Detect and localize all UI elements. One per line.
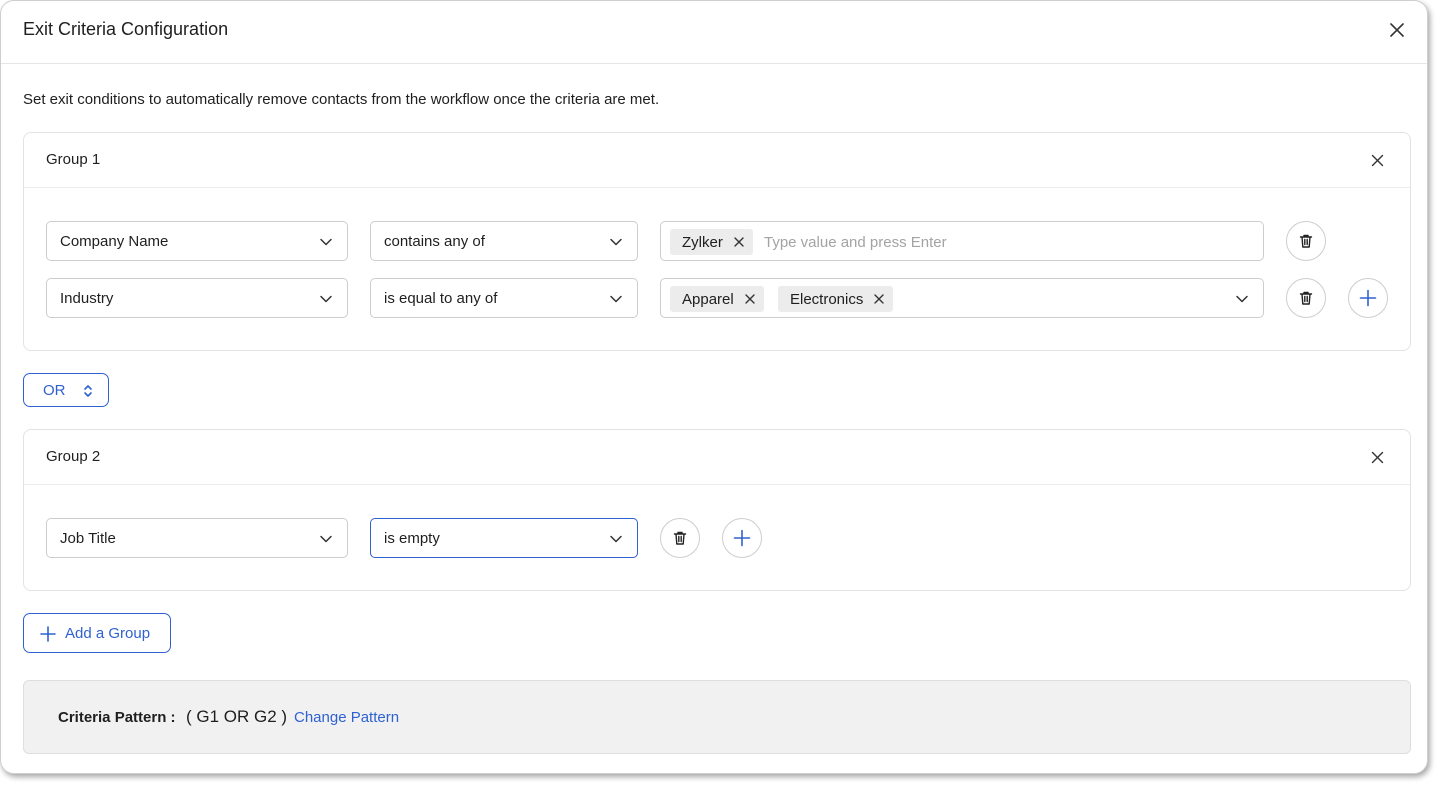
chip-label: Apparel bbox=[682, 290, 734, 308]
plus-icon bbox=[1359, 289, 1377, 307]
group-title: Group 2 bbox=[46, 448, 101, 465]
chevron-down-icon bbox=[320, 238, 332, 246]
plus-icon bbox=[733, 529, 751, 547]
close-icon bbox=[1371, 451, 1383, 463]
group-connector-toggle[interactable]: OR bbox=[23, 373, 109, 407]
trash-icon bbox=[1299, 291, 1313, 305]
chip-remove-icon[interactable] bbox=[744, 293, 756, 305]
add-condition-button[interactable] bbox=[1348, 278, 1388, 318]
chevron-down-icon[interactable] bbox=[1235, 292, 1249, 306]
close-icon bbox=[1371, 154, 1383, 166]
value-chip: Zylker bbox=[670, 229, 753, 255]
swap-vertical-icon bbox=[84, 385, 92, 397]
chevron-down-icon bbox=[610, 238, 622, 246]
chip-label: Zylker bbox=[682, 233, 723, 251]
delete-condition-button[interactable] bbox=[1286, 221, 1326, 261]
group-header: Group 2 bbox=[24, 430, 1410, 485]
operator-select-value: is equal to any of bbox=[384, 290, 498, 307]
dialog-title: Exit Criteria Configuration bbox=[23, 19, 229, 39]
chip-remove-icon[interactable] bbox=[733, 236, 745, 248]
chevron-down-icon bbox=[320, 535, 332, 543]
delete-condition-button[interactable] bbox=[1286, 278, 1326, 318]
operator-select[interactable]: contains any of bbox=[370, 221, 638, 261]
value-chip: Apparel bbox=[670, 286, 764, 312]
remove-group-button[interactable] bbox=[1366, 149, 1388, 171]
group-header: Group 1 bbox=[24, 133, 1410, 188]
exit-criteria-dialog: Exit Criteria Configuration Set exit con… bbox=[0, 0, 1428, 774]
value-chip: Electronics bbox=[778, 286, 894, 312]
remove-group-button[interactable] bbox=[1366, 446, 1388, 468]
dialog-description: Set exit conditions to automatically rem… bbox=[23, 91, 660, 108]
add-group-button[interactable]: Add a Group bbox=[23, 613, 171, 653]
trash-icon bbox=[673, 531, 687, 545]
field-select-value: Company Name bbox=[60, 233, 169, 250]
operator-select-value: is empty bbox=[384, 530, 440, 547]
criteria-group-2: Group 2 Job Title is empty bbox=[23, 429, 1411, 591]
add-group-label: Add a Group bbox=[65, 625, 151, 642]
criteria-group-1: Group 1 Company Name contains any of Zyl… bbox=[23, 132, 1411, 351]
add-condition-button[interactable] bbox=[722, 518, 762, 558]
change-pattern-link[interactable]: Change Pattern bbox=[294, 709, 399, 726]
chip-label: Electronics bbox=[790, 290, 864, 308]
field-select[interactable]: Job Title bbox=[46, 518, 348, 558]
close-icon bbox=[1390, 23, 1404, 37]
operator-select[interactable]: is equal to any of bbox=[370, 278, 638, 318]
group-title: Group 1 bbox=[46, 151, 101, 168]
value-tag-input[interactable]: Zylker bbox=[660, 221, 1264, 261]
operator-select-value: contains any of bbox=[384, 233, 485, 250]
field-select-value: Industry bbox=[60, 290, 114, 307]
criteria-pattern-label: Criteria Pattern : bbox=[58, 709, 176, 726]
value-text-input[interactable] bbox=[764, 230, 1244, 254]
criteria-pattern-panel: Criteria Pattern : ( G1 OR G2 ) Change P… bbox=[23, 680, 1411, 754]
field-select[interactable]: Company Name bbox=[46, 221, 348, 261]
delete-condition-button[interactable] bbox=[660, 518, 700, 558]
operator-select[interactable]: is empty bbox=[370, 518, 638, 558]
criteria-pattern-value: ( G1 OR G2 ) bbox=[186, 707, 288, 726]
chevron-down-icon bbox=[610, 295, 622, 303]
connector-label: OR bbox=[43, 382, 66, 399]
dialog-close-button[interactable] bbox=[1385, 18, 1409, 42]
field-select-value: Job Title bbox=[60, 530, 116, 547]
chevron-down-icon bbox=[610, 535, 622, 543]
value-multiselect[interactable]: Apparel Electronics bbox=[660, 278, 1264, 318]
chevron-down-icon bbox=[320, 295, 332, 303]
chip-remove-icon[interactable] bbox=[873, 293, 885, 305]
dialog-header: Exit Criteria Configuration bbox=[1, 1, 1427, 64]
plus-icon bbox=[40, 626, 56, 642]
field-select[interactable]: Industry bbox=[46, 278, 348, 318]
trash-icon bbox=[1299, 234, 1313, 248]
